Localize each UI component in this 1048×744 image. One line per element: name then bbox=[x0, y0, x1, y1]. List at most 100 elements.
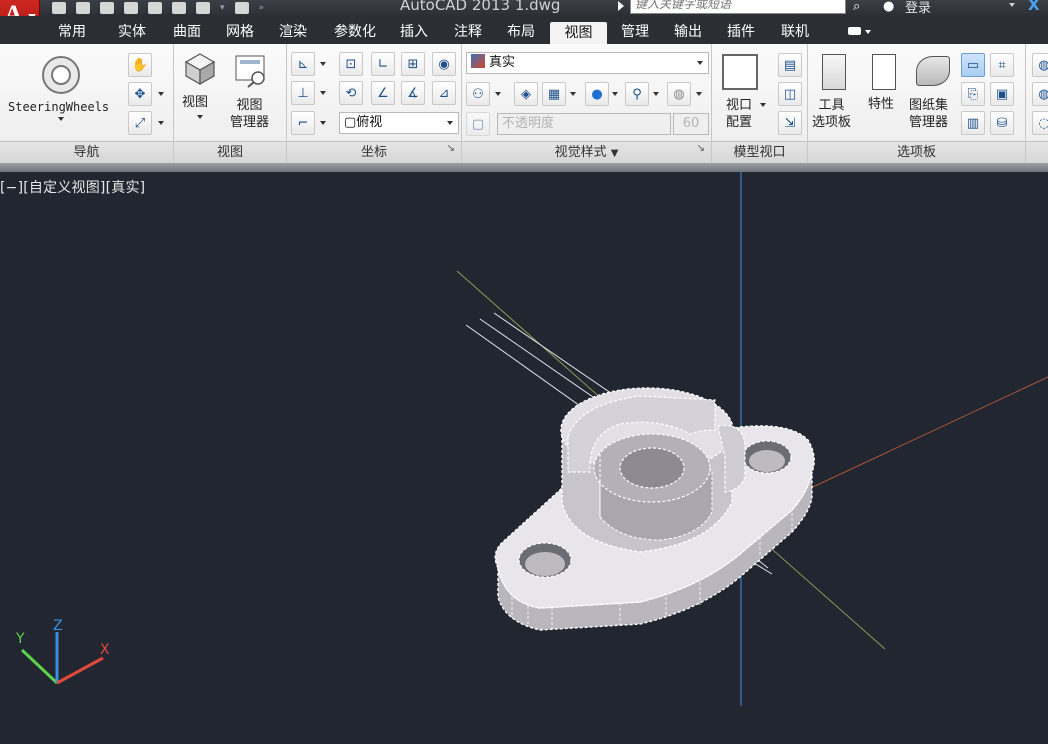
view-button-label[interactable]: 视图 bbox=[182, 95, 208, 111]
viewport-config-dropdown-icon[interactable] bbox=[760, 103, 766, 107]
publish-icon[interactable] bbox=[148, 2, 162, 14]
dbconnect-icon[interactable]: ⛁ bbox=[990, 111, 1014, 135]
ribbon-minimize-icon[interactable] bbox=[848, 25, 871, 37]
ucs-z-icon[interactable]: ∡ bbox=[401, 81, 425, 105]
view-dropdown-icon[interactable] bbox=[197, 115, 203, 119]
visual-style-combo[interactable]: 真实 bbox=[466, 52, 709, 74]
ucs-restore-icon[interactable]: ⟲ bbox=[339, 81, 363, 105]
panel-expand-icon[interactable]: ▼ bbox=[611, 148, 619, 159]
restore-viewports-icon[interactable]: ⇲ bbox=[778, 111, 802, 135]
viewport-controls-label[interactable]: [−][自定义视图][真实] bbox=[0, 177, 145, 197]
user-icon[interactable]: ● bbox=[883, 0, 894, 14]
orbit-dropdown-icon[interactable] bbox=[158, 92, 164, 96]
help-search-input[interactable] bbox=[631, 0, 845, 13]
edge-effects-dropdown-icon[interactable] bbox=[495, 92, 501, 96]
print-icon[interactable] bbox=[172, 2, 186, 14]
properties-icon[interactable] bbox=[872, 54, 896, 90]
ucs-origin-dropdown-icon[interactable] bbox=[320, 91, 326, 95]
named-viewports-icon[interactable]: ▤ bbox=[778, 53, 802, 77]
material-dropdown-icon[interactable] bbox=[612, 92, 618, 96]
undo-icon[interactable] bbox=[196, 2, 210, 14]
shadows-dropdown-icon[interactable] bbox=[653, 92, 659, 96]
tab-parametric[interactable]: 参数化 bbox=[326, 21, 384, 44]
environment-icon[interactable]: ◍ bbox=[667, 82, 691, 106]
tab-home[interactable]: 常用 bbox=[48, 21, 96, 44]
window-switch-icon[interactable]: ◍ bbox=[1032, 53, 1048, 77]
face-style-icon[interactable]: ◈ bbox=[514, 82, 538, 106]
tab-mesh[interactable]: 网格 bbox=[216, 21, 264, 44]
qat-more-icon[interactable]: » bbox=[259, 0, 265, 16]
model-scene[interactable]: Y Z X bbox=[0, 172, 1048, 744]
view-preset-combo[interactable]: ▢俯视 bbox=[339, 112, 459, 134]
ucs-world-icon[interactable]: ⊡ bbox=[339, 52, 363, 76]
new-file-icon[interactable] bbox=[52, 2, 66, 14]
view-manager-label[interactable]: 视图 管理器 bbox=[230, 97, 269, 131]
shadows-icon[interactable]: ⚲ bbox=[625, 82, 649, 106]
join-viewports-icon[interactable]: ◫ bbox=[778, 82, 802, 106]
viewport-config-icon[interactable] bbox=[722, 54, 758, 90]
save-as-icon[interactable] bbox=[124, 2, 138, 14]
environment-dropdown-icon[interactable] bbox=[696, 92, 702, 96]
steeringwheels-dropdown-icon[interactable] bbox=[58, 117, 64, 121]
orbit-icon[interactable]: ✥ bbox=[128, 82, 152, 106]
open-file-icon[interactable] bbox=[76, 2, 90, 14]
help-search-box[interactable] bbox=[630, 0, 846, 14]
tab-view[interactable]: 视图 bbox=[550, 22, 607, 44]
tab-surface[interactable]: 曲面 bbox=[163, 21, 211, 44]
panel-launcher-icon[interactable]: ↘ bbox=[447, 138, 455, 160]
view-preset-dropdown-icon[interactable] bbox=[447, 121, 453, 125]
lighting-dropdown-icon[interactable] bbox=[570, 92, 576, 96]
opacity-value[interactable]: 60 bbox=[673, 113, 709, 135]
window-tile-icon[interactable]: ◍ bbox=[1032, 82, 1048, 106]
panel-launcher-icon[interactable]: ↘ bbox=[697, 138, 705, 160]
ucs-x-icon[interactable]: ∠ bbox=[371, 81, 395, 105]
application-menu-button[interactable]: A bbox=[0, 0, 40, 16]
design-center-icon[interactable]: ⌗ bbox=[990, 53, 1014, 77]
zoom-extents-icon[interactable]: ⤢ bbox=[128, 111, 152, 135]
quickcalc-icon[interactable]: ▣ bbox=[990, 82, 1014, 106]
tab-output[interactable]: 输出 bbox=[664, 21, 712, 44]
viewport-config-label[interactable]: 视口 配置 bbox=[726, 97, 752, 131]
properties-label[interactable]: 特性 bbox=[868, 97, 894, 113]
tab-manage[interactable]: 管理 bbox=[611, 21, 659, 44]
tool-palettes-icon[interactable] bbox=[822, 54, 846, 90]
steeringwheels-label[interactable]: SteeringWheels bbox=[8, 99, 109, 115]
ucs-previous-icon[interactable]: ∟ bbox=[371, 52, 395, 76]
ucs-origin-icon[interactable]: ⊥ bbox=[291, 81, 315, 105]
binoculars-icon[interactable]: ⌕ bbox=[853, 0, 860, 14]
tab-solid[interactable]: 实体 bbox=[108, 21, 156, 44]
ucs-3point-icon[interactable]: ⊿ bbox=[432, 81, 456, 105]
pan-hand-icon[interactable]: ✋ bbox=[128, 53, 152, 77]
sheet-set-manager-label[interactable]: 图纸集 管理器 bbox=[909, 97, 948, 131]
xray-icon[interactable]: ▢ bbox=[466, 112, 490, 136]
tab-render[interactable]: 渲染 bbox=[269, 21, 317, 44]
material-icon[interactable]: ● bbox=[585, 82, 609, 106]
ucs-view-icon[interactable]: ⌐ bbox=[291, 111, 315, 135]
command-line-icon[interactable]: ▭ bbox=[961, 53, 985, 77]
tab-plugins[interactable]: 插件 bbox=[717, 21, 765, 44]
window-cascade-icon[interactable]: ◌ bbox=[1032, 111, 1048, 135]
ucs-view-dropdown-icon[interactable] bbox=[320, 121, 326, 125]
opacity-slider[interactable]: 不透明度 bbox=[497, 113, 671, 135]
ucs-named-icon[interactable]: ⊞ bbox=[401, 52, 425, 76]
edge-effects-icon[interactable]: ⚇ bbox=[466, 82, 490, 106]
redo-icon[interactable] bbox=[234, 2, 249, 14]
tab-insert[interactable]: 插入 bbox=[390, 21, 438, 44]
ucs-dropdown-icon[interactable] bbox=[320, 62, 326, 66]
save-icon[interactable] bbox=[100, 2, 114, 14]
zoom-dropdown-icon[interactable] bbox=[158, 121, 164, 125]
tab-layout[interactable]: 布局 bbox=[497, 21, 545, 44]
ucs-icon-properties-icon[interactable]: ◉ bbox=[432, 52, 456, 76]
tab-online[interactable]: 联机 bbox=[771, 21, 819, 44]
steeringwheels-icon[interactable] bbox=[40, 54, 82, 96]
view-manager-icon[interactable] bbox=[232, 54, 270, 88]
visual-style-dropdown-icon[interactable] bbox=[697, 61, 703, 65]
drawing-viewport[interactable]: Y Z X [−][自定义视图][真实] bbox=[0, 172, 1048, 744]
undo-dropdown-icon[interactable]: ▾ bbox=[220, 0, 225, 16]
login-link[interactable]: 登录 bbox=[905, 0, 931, 16]
view-cube-icon[interactable] bbox=[184, 52, 216, 86]
tab-annotate[interactable]: 注释 bbox=[444, 21, 492, 44]
login-dropdown-icon[interactable] bbox=[1009, 3, 1015, 7]
exchange-x-icon[interactable]: X bbox=[1028, 0, 1040, 14]
sheet-set-icon[interactable] bbox=[916, 56, 950, 86]
